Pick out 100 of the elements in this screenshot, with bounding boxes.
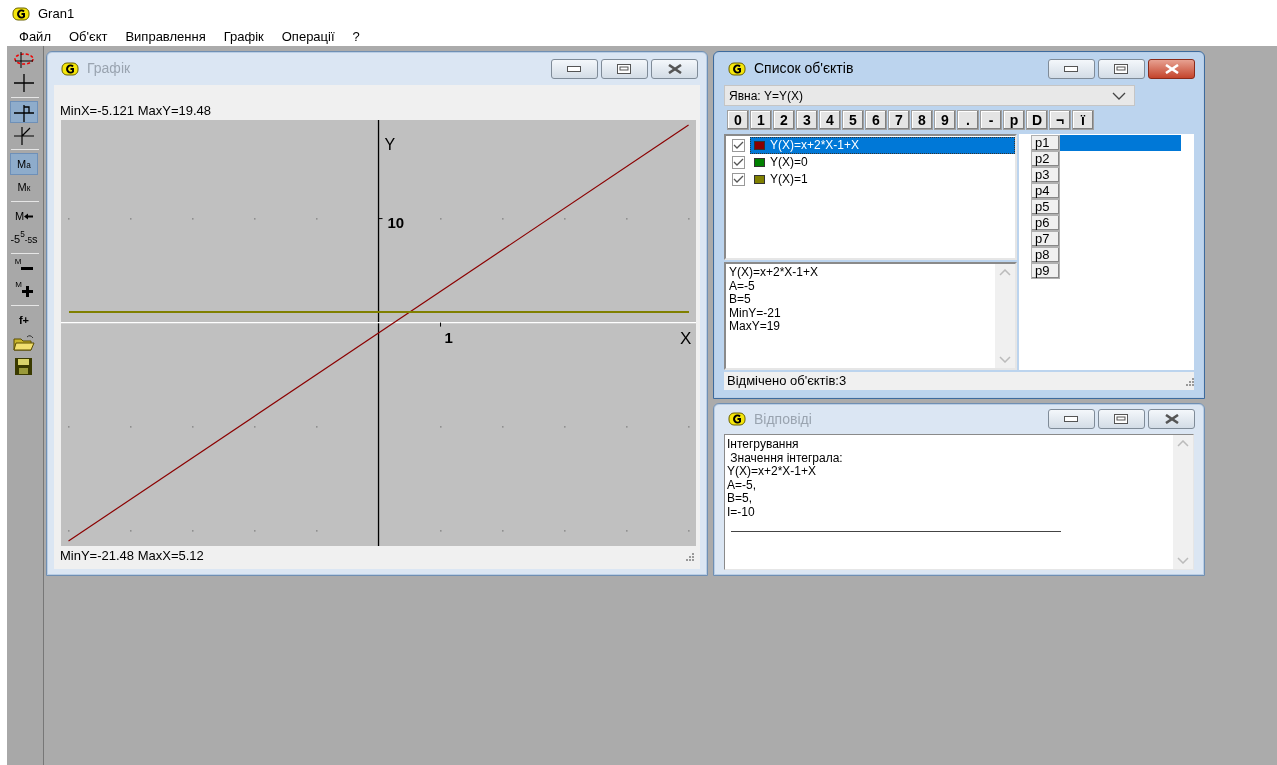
- status-text: Відмічено об'єктів:3: [726, 372, 847, 390]
- parameter-button[interactable]: p3: [1031, 167, 1060, 183]
- detail-line: MinY=-21: [729, 306, 782, 320]
- key-button[interactable]: 6: [865, 110, 887, 130]
- window-title: Відповіді: [754, 409, 812, 429]
- checkbox[interactable]: [732, 139, 745, 152]
- slanted-cross-icon: [12, 125, 36, 145]
- minimize-button[interactable]: [1047, 409, 1095, 429]
- parameter-button[interactable]: p4: [1031, 183, 1060, 199]
- object-item[interactable]: Y(X)=0: [750, 154, 1015, 171]
- app-icon: [12, 7, 30, 21]
- range-label: MinY=-21.48 MaxX=5.12: [60, 548, 204, 564]
- key-button[interactable]: .: [957, 110, 979, 130]
- key-button[interactable]: ї: [1072, 110, 1094, 130]
- restore-icon: [617, 63, 632, 74]
- flagged-cross-icon: [12, 102, 36, 122]
- detail-line: A=-5: [729, 279, 755, 293]
- parameter-button[interactable]: p2: [1031, 151, 1060, 167]
- app-icon: [728, 412, 746, 426]
- menu-item[interactable]: Виправлення: [116, 28, 215, 46]
- key-button[interactable]: 5: [842, 110, 864, 130]
- menu-item[interactable]: ?: [343, 28, 369, 46]
- tool-button[interactable]: -5$^{5}$$_{-5}$s: [10, 228, 38, 250]
- menu-item[interactable]: Графік: [214, 28, 273, 46]
- object-list[interactable]: Y(X)=x+2*X-1+X Y(X)=0 Y(X)=1: [724, 134, 1017, 260]
- checkbox[interactable]: [732, 173, 745, 186]
- menu-item[interactable]: Файл: [10, 28, 60, 46]
- menu-item[interactable]: Операції: [272, 28, 344, 46]
- object-formula: Y(X)=x+2*X-1+X: [770, 138, 860, 153]
- key-button[interactable]: p: [1003, 110, 1025, 130]
- tool-button[interactable]: M$_{к}$: [10, 176, 38, 198]
- close-icon: [666, 63, 683, 74]
- key-button[interactable]: 2: [773, 110, 795, 130]
- parameter-button[interactable]: p9: [1031, 263, 1060, 279]
- close-icon: [1163, 63, 1180, 74]
- key-button[interactable]: 3: [796, 110, 818, 130]
- tick-label: 1: [444, 328, 453, 346]
- tool-button[interactable]: M$_{a}$: [10, 153, 38, 175]
- object-item[interactable]: Y(X)=x+2*X-1+X: [750, 137, 1015, 154]
- key-button[interactable]: 9: [934, 110, 956, 130]
- tool-button[interactable]: M: [10, 257, 38, 279]
- close-button[interactable]: [1148, 409, 1195, 429]
- type-dropdown[interactable]: Явна: Y=Y(X): [724, 85, 1135, 106]
- answer-line: B=5,: [727, 492, 754, 506]
- detail-line: MaxY=19: [729, 320, 782, 334]
- scroll-up-icon: [999, 269, 1011, 276]
- scrollbar[interactable]: [995, 264, 1015, 368]
- parameter-button[interactable]: p8: [1031, 247, 1060, 263]
- minimize-icon: [1064, 416, 1078, 422]
- parameter-button[interactable]: p6: [1031, 215, 1060, 231]
- answer-line: Значення інтеграла:: [730, 451, 844, 465]
- key-button[interactable]: -: [980, 110, 1002, 130]
- key-button[interactable]: 1: [750, 110, 772, 130]
- close-button[interactable]: [651, 58, 698, 79]
- tool-button[interactable]: [10, 332, 38, 354]
- app-title: Gran1: [38, 5, 75, 24]
- key-button[interactable]: 4: [819, 110, 841, 130]
- maximize-button[interactable]: [600, 58, 648, 79]
- minimize-icon: [1064, 65, 1078, 72]
- maximize-button[interactable]: [1097, 58, 1145, 79]
- app-icon: [61, 61, 79, 76]
- parameter-button[interactable]: p1: [1031, 135, 1060, 151]
- tool-button[interactable]: M: [10, 205, 38, 227]
- parameter-button[interactable]: p7: [1031, 231, 1060, 247]
- answer-line: Y(X)=x+2*X-1+X: [727, 465, 817, 479]
- size-grip-icon: [1184, 376, 1194, 386]
- crosshair-icon: [12, 73, 36, 93]
- check-icon: [733, 141, 744, 150]
- scroll-down-icon: [999, 356, 1011, 363]
- menu-item[interactable]: Об'єкт: [59, 28, 117, 46]
- key-button[interactable]: 0: [727, 110, 749, 130]
- object-item[interactable]: Y(X)=1: [750, 171, 1015, 188]
- chevron-down-icon: [1112, 91, 1126, 100]
- maximize-button[interactable]: [1097, 409, 1145, 429]
- key-button[interactable]: 8: [911, 110, 933, 130]
- object-formula: Y(X)=1: [770, 172, 808, 187]
- tool-button[interactable]: f+: [10, 309, 38, 331]
- minimize-button[interactable]: [1047, 58, 1095, 79]
- checkbox[interactable]: [732, 156, 745, 169]
- window-title: Графік: [87, 59, 131, 78]
- key-button[interactable]: ¬: [1049, 110, 1071, 130]
- minimize-icon: [567, 65, 581, 72]
- scroll-up-icon: [1177, 440, 1189, 447]
- detail-line: B=5: [729, 293, 752, 307]
- folder-icon: [12, 333, 36, 353]
- parameter-button[interactable]: p5: [1031, 199, 1060, 215]
- minimize-button[interactable]: [550, 58, 598, 79]
- scrollbar[interactable]: [1173, 435, 1193, 569]
- window-title: Список об'єктів: [754, 59, 854, 78]
- detail-line: Y(X)=x+2*X-1+X: [729, 266, 820, 280]
- tool-button[interactable]: [10, 101, 38, 123]
- answer-line: A=-5,: [727, 478, 756, 492]
- app-icon: [728, 61, 746, 76]
- check-icon: [733, 175, 744, 184]
- key-button[interactable]: D: [1026, 110, 1048, 130]
- minus-icon: [21, 266, 34, 270]
- tool-button[interactable]: M: [10, 280, 38, 302]
- close-button[interactable]: [1148, 58, 1195, 79]
- key-button[interactable]: 7: [888, 110, 910, 130]
- answer-line: Інтегрування: [727, 438, 800, 452]
